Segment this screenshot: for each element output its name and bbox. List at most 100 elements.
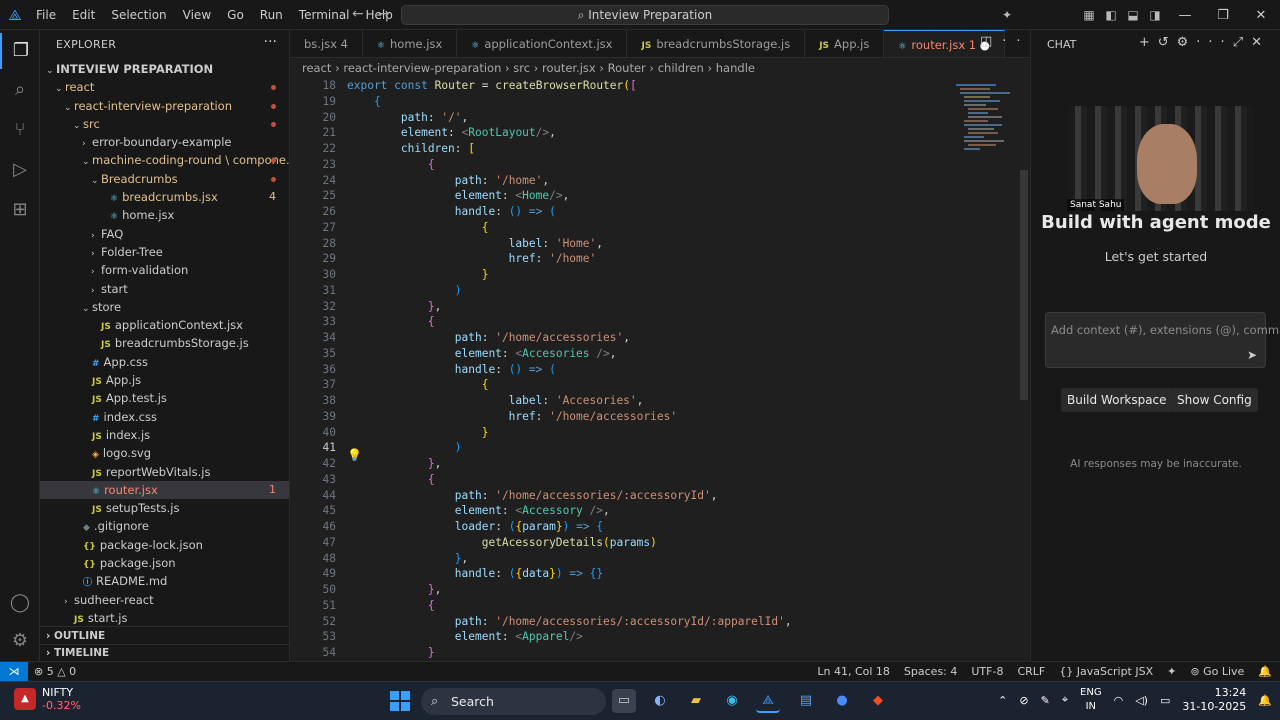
close-chat-icon[interactable]: ✕ [1251, 35, 1270, 50]
tab-bs-jsx[interactable]: bs.jsx 4 [290, 30, 363, 57]
language-mode[interactable]: {} JavaScript JSX [1059, 662, 1153, 681]
cursor-position[interactable]: Ln 41, Col 18 [817, 662, 890, 681]
store-icon[interactable]: ▤ [794, 689, 818, 713]
file-item[interactable]: # index.css [40, 408, 289, 426]
code-editor[interactable]: 18 19 20 21 22 23 24 25 26 27 28 29 30 31 32 33 34 35 36 37… [290, 78, 1030, 661]
location-icon[interactable]: ⌖ [1062, 693, 1068, 707]
breadcrumb-item[interactable]: router.jsx [542, 61, 596, 75]
build-workspace-button[interactable]: Build Workspace [1061, 388, 1173, 412]
folder-item[interactable]: ⌄ Breadcrumbs [40, 170, 289, 188]
breadcrumb-item[interactable]: children [658, 61, 704, 75]
indentation[interactable]: Spaces: 4 [904, 662, 957, 681]
code-line[interactable]: }, [347, 299, 947, 315]
toggle-sidebar-icon[interactable]: ◧ [1100, 8, 1122, 22]
restore-icon[interactable]: ❐ [1204, 8, 1242, 23]
code-line[interactable]: label: 'Accesories', [347, 393, 947, 409]
explorer-icon[interactable]: ❐ [0, 33, 40, 69]
file-item[interactable]: JS App.js [40, 371, 289, 389]
tab-applicationcontext-jsx[interactable]: ⚛ applicationContext.jsx [457, 30, 628, 57]
file-item[interactable]: JS setupTests.js [40, 499, 289, 517]
layout-icon[interactable]: ▦ [1078, 8, 1100, 22]
file-item[interactable]: {} package-lock.json [40, 536, 289, 554]
menu-terminal[interactable]: Terminal [291, 0, 358, 30]
file-item[interactable]: ⚛ router.jsx 1 [40, 480, 289, 500]
folder-item[interactable]: › start [40, 280, 289, 298]
problems-indicator[interactable]: ⊗ 5 △ 0 [34, 662, 76, 681]
lightbulb-icon[interactable]: 💡 [347, 448, 362, 462]
tab-app-js[interactable]: JS App.js [805, 30, 885, 57]
folder-item[interactable]: › form-validation [40, 261, 289, 279]
chat-more-icon[interactable]: ··· [1196, 35, 1232, 50]
tab-home-jsx[interactable]: ⚛ home.jsx [363, 30, 458, 57]
code-line[interactable]: export const Router = createBrowserRoute… [347, 78, 947, 94]
code-line[interactable]: loader: ({param}) => { [347, 519, 947, 535]
line-endings[interactable]: CRLF [1017, 662, 1045, 681]
outline-section[interactable]: › OUTLINE [40, 626, 290, 644]
go-live[interactable]: ⊚ Go Live [1190, 662, 1244, 681]
code-line[interactable]: element: <RootLayout/>, [347, 125, 947, 141]
code-line[interactable]: }, [347, 551, 947, 567]
code-line[interactable]: path: '/home/accessories/:accessoryId', [347, 488, 947, 504]
folder-item[interactable]: ⌄ src [40, 115, 289, 133]
code-line[interactable]: path: '/home/accessories/:accessoryId/:a… [347, 614, 947, 630]
minimap[interactable] [950, 78, 1020, 661]
show-config-button[interactable]: Show Config [1171, 388, 1258, 412]
close-icon[interactable]: ✕ [1242, 8, 1280, 23]
code-line[interactable]: children: [ [347, 141, 947, 157]
code-line[interactable]: path: '/home/accessories', [347, 330, 947, 346]
code-line[interactable]: { [347, 220, 947, 236]
wifi-icon[interactable]: ◠ [1114, 694, 1124, 707]
code-line[interactable]: } [347, 645, 947, 661]
code-line[interactable]: href: '/home/accessories' [347, 409, 947, 425]
folder-item[interactable]: ⌄ react-interview-preparation [40, 97, 289, 115]
taskbar-search[interactable]: ⌕ Search [421, 688, 606, 715]
edge-browser-icon[interactable]: ◉ [720, 689, 744, 713]
account-icon[interactable]: ◯ [0, 585, 40, 621]
file-item[interactable]: {} package.json [40, 554, 289, 572]
code-line[interactable]: { [347, 157, 947, 173]
file-item[interactable]: ⚛ breadcrumbs.jsx 4 [40, 188, 289, 206]
code-line[interactable]: ) [347, 283, 947, 299]
code-line[interactable]: handle: () => ( [347, 362, 947, 378]
folder-item[interactable]: ⌄ machine-coding-round \ compone... [40, 151, 289, 169]
code-line[interactable]: { [347, 377, 947, 393]
code-line[interactable]: element: <Accesories />, [347, 346, 947, 362]
code-line[interactable]: label: 'Home', [347, 236, 947, 252]
folder-item[interactable]: ⌄ INTEVIEW PREPARATION [40, 60, 289, 78]
command-center-search[interactable]: ⌕ Inteview Preparation [401, 5, 889, 25]
maximize-icon[interactable]: ⤢ [1233, 35, 1251, 50]
copilot-icon[interactable]: ✦ [996, 8, 1018, 22]
folder-item[interactable]: › sudheer-react [40, 591, 289, 609]
file-item[interactable]: ◆ .gitignore [40, 517, 289, 535]
folder-item[interactable]: ⌄ react [40, 78, 289, 96]
send-icon[interactable]: ➤ [1247, 348, 1257, 362]
tray-apps-icon[interactable]: ⊘ [1019, 694, 1028, 707]
file-item[interactable]: ⚛ home.jsx [40, 206, 289, 224]
tab-breadcrumbsstorage-js[interactable]: JS breadcrumbsStorage.js [627, 30, 806, 57]
file-item[interactable]: ⓘ README.md [40, 572, 289, 590]
vscode-taskbar-icon[interactable]: ⟁ [756, 689, 780, 713]
zoom-icon[interactable]: ● [830, 689, 854, 713]
code-line[interactable]: } [347, 425, 947, 441]
new-chat-icon[interactable]: + [1139, 35, 1158, 50]
code-line[interactable]: path: '/', [347, 110, 947, 126]
code-line[interactable]: ) [347, 440, 947, 456]
file-item[interactable]: # App.css [40, 353, 289, 371]
code-line[interactable]: }, [347, 456, 947, 472]
source-control-icon[interactable]: ⑂ [0, 112, 40, 148]
file-item[interactable]: JS index.js [40, 426, 289, 444]
breadcrumb-item[interactable]: handle [716, 61, 755, 75]
extensions-icon[interactable]: ⊞ [0, 192, 40, 228]
notifications-icon[interactable]: 🔔 [1258, 662, 1272, 681]
code-line[interactable]: element: <Home/>, [347, 188, 947, 204]
history-icon[interactable]: ↺ [1158, 35, 1177, 50]
clock[interactable]: 13:24 31-10-2025 [1182, 686, 1246, 714]
file-item[interactable]: JS reportWebVitals.js [40, 463, 289, 481]
run-debug-icon[interactable]: ▷ [0, 152, 40, 188]
language-indicator[interactable]: ENG IN [1080, 686, 1102, 714]
code-line[interactable]: element: <Apparel/> [347, 629, 947, 645]
windows-start-icon[interactable] [390, 691, 410, 711]
split-editor-icon[interactable]: ◫ [980, 34, 1002, 49]
chat-settings-icon[interactable]: ⚙ [1177, 35, 1197, 50]
code-line[interactable]: { [347, 598, 947, 614]
